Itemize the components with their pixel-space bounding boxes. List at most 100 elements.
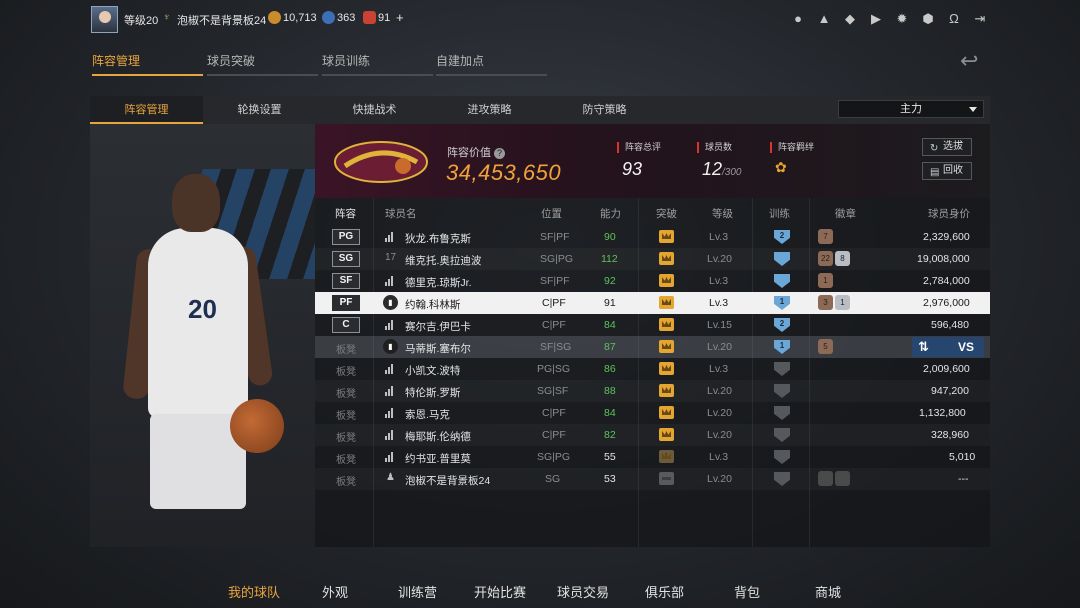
col-name: 球员名	[385, 208, 417, 220]
nav-backpack[interactable]: 背包	[734, 582, 760, 601]
bell-icon[interactable]: ▲	[816, 11, 832, 27]
subtab-offense[interactable]: 进攻策略	[433, 96, 546, 124]
recycle-icon: ▤	[930, 167, 940, 178]
bench-label: 板凳	[336, 367, 356, 378]
friends-icon[interactable]: ◆	[842, 11, 858, 27]
nav-club[interactable]: 俱乐部	[645, 582, 684, 601]
table-row[interactable]: 板凳 小凯文.波特 PG|SG 86 Lv.3 2,009,600	[315, 358, 990, 380]
player-position: C|PF	[542, 319, 566, 331]
player-position: C|PF	[542, 429, 566, 441]
nav-training-camp[interactable]: 训练营	[398, 582, 437, 601]
roster-table: 阵容 球员名 位置 能力 突破 等级 训练 徽章 球员身价 PG 狄龙.布鲁克斯…	[315, 198, 990, 547]
player-ability: 86	[604, 363, 616, 375]
table-row[interactable]: SG 17 维克托.奥拉迪波 SG|PG 112 Lv.20 22 8 19,0…	[315, 248, 990, 270]
crown-icon	[659, 472, 674, 485]
player-value: 596,480	[931, 319, 969, 331]
lineup-value-label: 阵容价值?	[447, 144, 505, 160]
lineup-select[interactable]: 主力	[838, 100, 984, 118]
username: 泡椒不是背景板24	[177, 15, 267, 27]
table-row[interactable]: 板凳 梅耶斯.伦纳德 C|PF 82 Lv.20 328,960	[315, 424, 990, 446]
table-row[interactable]: 板凳 特伦斯.罗斯 SG|SF 88 Lv.20 947,200	[315, 380, 990, 402]
table-row[interactable]: PG 狄龙.布鲁克斯 SF|PF 90 Lv.3 2 7 2,329,600	[315, 226, 990, 248]
help-icon[interactable]: ?	[494, 148, 505, 159]
training-shield-icon	[774, 450, 790, 464]
nav-player-trade[interactable]: 球员交易	[557, 582, 609, 601]
vs-label: VS	[957, 340, 974, 354]
player-ability: 90	[604, 231, 616, 243]
table-row-selected[interactable]: PF ▮ 约翰.科林斯 C|PF 91 Lv.3 1 3 1 2,976,000	[315, 292, 990, 314]
nav-shop[interactable]: 商城	[815, 582, 841, 601]
player-position: SF|PF	[540, 231, 570, 243]
player-name: 索恩.马克	[405, 409, 450, 421]
badge-icon: 8	[835, 251, 850, 266]
nav-start-game[interactable]: 开始比赛	[474, 582, 526, 601]
subtab-defense[interactable]: 防守策略	[548, 96, 661, 124]
player-ability: 92	[604, 275, 616, 287]
nav-appearance[interactable]: 外观	[322, 582, 348, 601]
player-ability: 84	[604, 407, 616, 419]
player-level: Lv.3	[709, 275, 729, 287]
lineup-select-value: 主力	[900, 103, 922, 115]
table-row[interactable]: C 赛尔吉.伊巴卡 C|PF 84 Lv.15 2 596,480	[315, 314, 990, 336]
player-value: 1,132,800	[919, 407, 966, 419]
tab-label: 自建加点	[436, 54, 485, 68]
chevron-down-icon	[969, 107, 977, 112]
table-row[interactable]: 板凳 索恩.马克 C|PF 84 Lv.20 1,132,800	[315, 402, 990, 424]
headset-icon[interactable]: Ω	[946, 11, 962, 27]
team-logo	[334, 141, 428, 183]
player-ability: 87	[604, 341, 616, 353]
table-row[interactable]: 板凳 ♟ 泡椒不是背景板24 SG 53 Lv.20 ---	[315, 468, 990, 490]
signal-icon	[385, 408, 395, 418]
player-level: Lv.3	[709, 297, 729, 309]
exit-icon[interactable]: ⇥	[972, 11, 988, 27]
slot-badge: PG	[332, 229, 360, 245]
table-row[interactable]: 板凳 约书亚.普里莫 SG|PG 55 1 Lv.3 5,010	[315, 446, 990, 468]
tab-custom-points[interactable]: 自建加点	[436, 52, 547, 76]
tab-lineup-management[interactable]: 阵容管理	[92, 52, 203, 76]
profile-icon[interactable]: ●	[790, 11, 806, 27]
bench-label: 板凳	[336, 411, 356, 422]
lineup-panel: 阵容管理 轮换设置 快捷战术 进攻策略 防守策略 主力 20 阵容价值? 34,…	[90, 96, 990, 547]
badge-icon	[818, 471, 833, 486]
avatar[interactable]	[91, 6, 118, 33]
person-icon: ♟	[386, 472, 395, 483]
video-icon[interactable]: ▶	[868, 11, 884, 27]
select-button[interactable]: ↻ 选拔	[922, 138, 972, 156]
top-bar: 等级20 ♆ 泡椒不是背景板24 10,713 363 91 + ● ▲ ◆ ▶…	[0, 0, 1080, 38]
player-level: Lv.20	[707, 473, 732, 485]
player-position: C|PF	[542, 297, 566, 309]
col-value: 球员身价	[928, 208, 970, 220]
table-row[interactable]: 板凳 ▮ 马蒂斯.塞布尔 SF|SG 87 Lv.20 1 5 ⇅ VS	[315, 336, 990, 358]
bench-label: 板凳	[336, 455, 356, 466]
signal-icon	[385, 386, 395, 396]
signal-icon: ▮	[383, 339, 398, 354]
player-name: 小凯文.波特	[405, 365, 461, 377]
badge-icon: 7	[818, 229, 833, 244]
training-shield-icon: 2	[774, 230, 790, 244]
subtab-lineup[interactable]: 阵容管理	[90, 96, 203, 124]
swap-vs-button[interactable]: ⇅ VS	[912, 337, 984, 357]
player-name: 泡椒不是背景板24	[405, 475, 491, 487]
table-row[interactable]: SF 德里克.琼斯Jr. SF|PF 92 Lv.3 1 2,784,000	[315, 270, 990, 292]
col-training: 训练	[769, 208, 790, 220]
token-icon	[363, 11, 376, 24]
tab-player-training[interactable]: 球员训练	[322, 52, 433, 76]
tab-player-breakthrough[interactable]: 球员突破	[207, 52, 318, 76]
subtab-quick-tactics[interactable]: 快捷战术	[318, 96, 431, 124]
training-shield-icon: 1	[774, 340, 790, 354]
bond-icon[interactable]: ✿	[770, 159, 814, 176]
nav-my-team[interactable]: 我的球队	[228, 582, 280, 601]
player-position: SG	[545, 473, 561, 485]
refresh-icon: ↻	[930, 143, 939, 154]
player-ability: 82	[604, 429, 616, 441]
back-icon[interactable]: ↩	[960, 48, 990, 73]
player-ability: 55	[604, 451, 616, 463]
player-value: 328,960	[931, 429, 969, 441]
settings-icon[interactable]: ✹	[894, 11, 910, 27]
stat-player-count: 球员数 12/300	[697, 142, 742, 180]
subtab-rotation[interactable]: 轮换设置	[203, 96, 316, 124]
trophy-icon[interactable]: ⬢	[920, 11, 936, 27]
recycle-button[interactable]: ▤ 回收	[922, 162, 972, 180]
rating-label: 阵容总评	[617, 142, 661, 153]
add-currency-button[interactable]: +	[396, 10, 404, 25]
